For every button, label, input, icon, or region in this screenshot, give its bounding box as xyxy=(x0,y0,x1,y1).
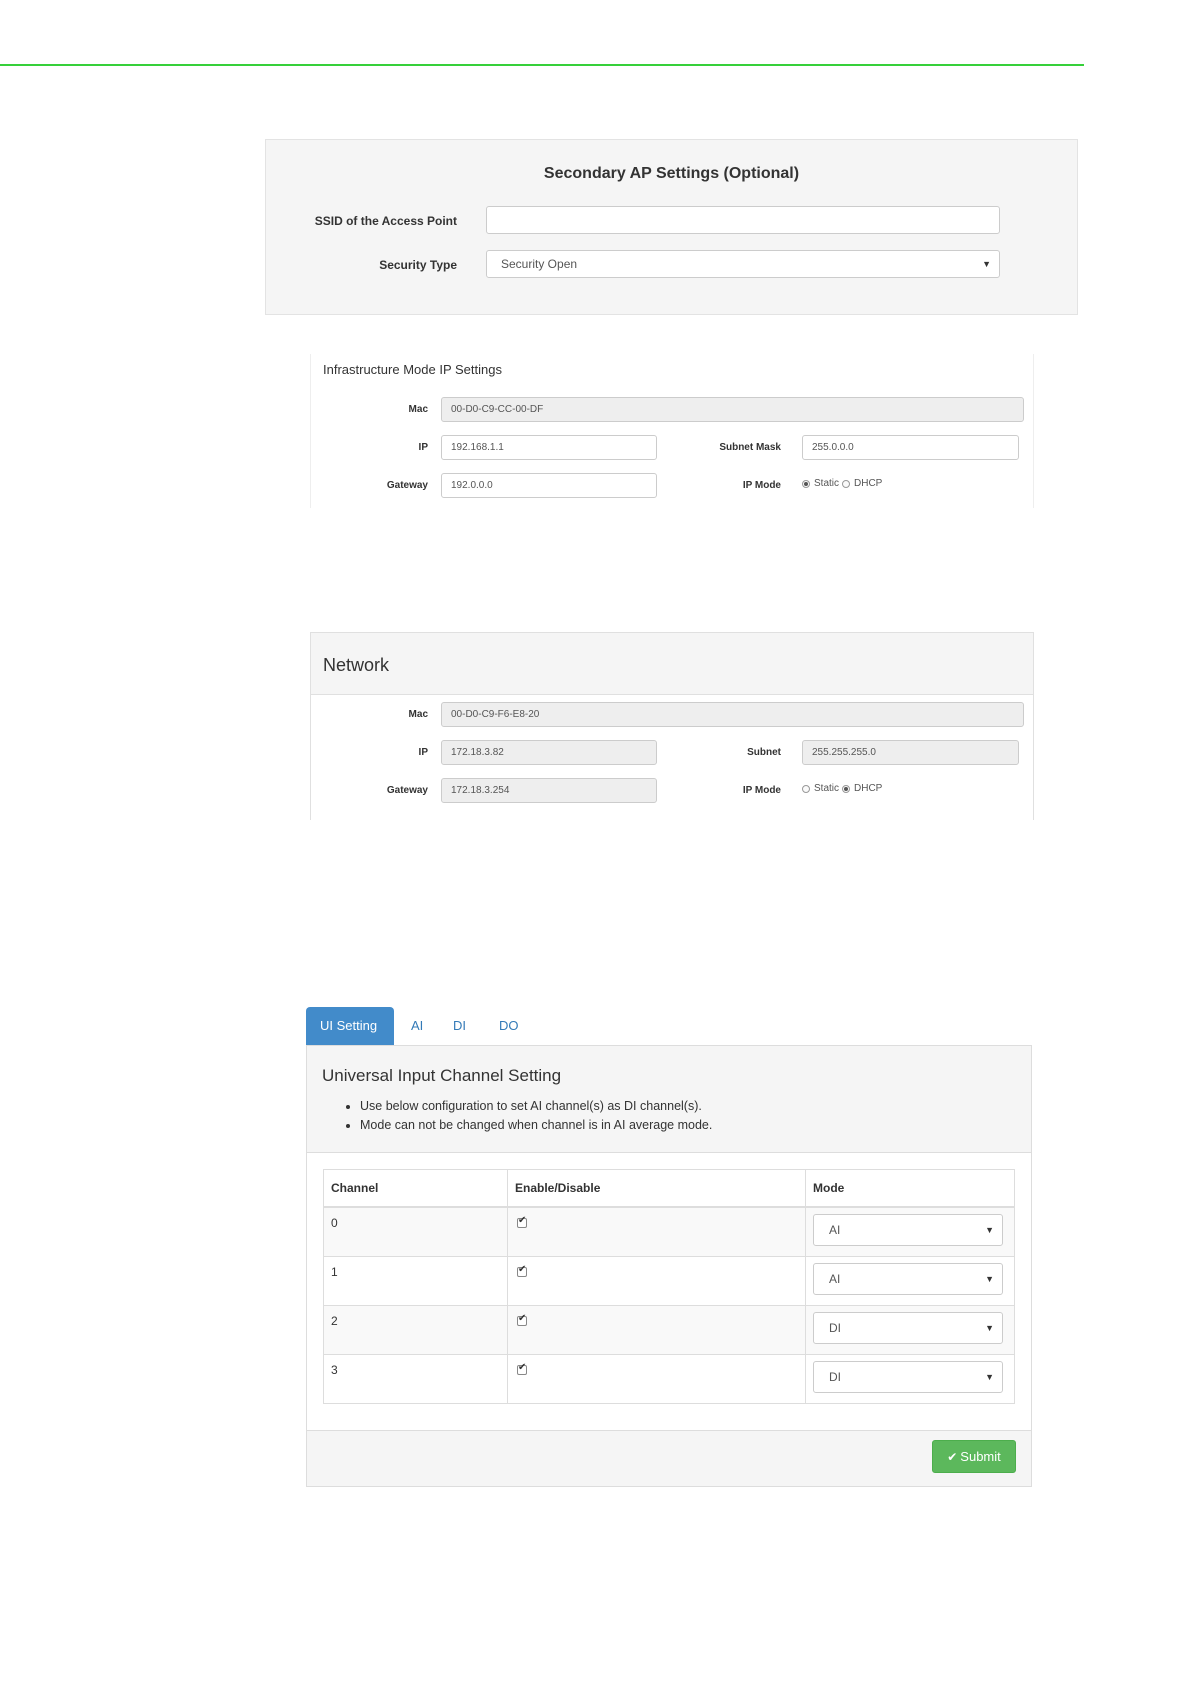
table-row: 2 DI ▼ xyxy=(323,1304,1015,1355)
channel-cell: 2 xyxy=(323,1304,508,1355)
ip-field[interactable]: 192.168.1.1 xyxy=(441,435,657,460)
panel-title: Network xyxy=(323,655,390,675)
dhcp-radio[interactable] xyxy=(842,479,851,488)
column-header-channel: Channel xyxy=(323,1169,508,1208)
enable-checkbox[interactable] xyxy=(517,1264,527,1277)
enable-checkbox[interactable] xyxy=(517,1362,527,1375)
security-type-value: Security Open xyxy=(501,257,578,271)
static-radio-label: Static xyxy=(814,783,840,794)
network-panel: Network Mac 00-D0-C9-F6-E8-20 IP 172.18.… xyxy=(310,632,1034,820)
ip-mode-label: IP Mode xyxy=(742,785,781,796)
enable-checkbox[interactable] xyxy=(517,1313,527,1326)
mac-label: Mac xyxy=(408,709,428,720)
ssid-label: SSID of the Access Point xyxy=(314,214,457,228)
ip-mode-label: IP Mode xyxy=(742,480,781,491)
caret-down-icon: ▼ xyxy=(985,1273,994,1284)
subnet-label: Subnet xyxy=(747,747,781,758)
tab-do[interactable]: DO xyxy=(499,1007,519,1045)
ip-mode-radio-group: Static DHCP xyxy=(802,783,882,794)
mode-cell: AI ▼ xyxy=(805,1206,1015,1257)
static-radio[interactable] xyxy=(802,479,810,488)
caret-down-icon: ▼ xyxy=(985,1322,994,1333)
mode-select[interactable]: AI ▼ xyxy=(813,1214,1003,1246)
panel-heading: Universal Input Channel Setting Use belo… xyxy=(307,1046,1031,1153)
check-icon: ✔ xyxy=(947,1450,958,1464)
enable-cell xyxy=(507,1304,806,1355)
tab-di[interactable]: DI xyxy=(453,1007,466,1045)
subnet-field[interactable]: 255.255.255.0 xyxy=(802,740,1019,765)
instructions-list: Use below configuration to set AI channe… xyxy=(343,1097,712,1135)
channel-cell: 0 xyxy=(323,1206,508,1257)
static-radio-label: Static xyxy=(814,478,840,489)
caret-down-icon: ▼ xyxy=(985,1371,994,1382)
channel-cell: 1 xyxy=(323,1255,508,1306)
tab-ai[interactable]: AI xyxy=(411,1007,423,1045)
dhcp-radio-label: DHCP xyxy=(854,478,883,489)
enable-cell xyxy=(507,1255,806,1306)
ip-field[interactable]: 172.18.3.82 xyxy=(441,740,657,765)
column-header-mode: Mode xyxy=(805,1169,1015,1208)
table-row: 1 AI ▼ xyxy=(323,1255,1015,1306)
ui-setting-panel: Universal Input Channel Setting Use belo… xyxy=(306,1045,1032,1487)
panel-title: Universal Input Channel Setting xyxy=(322,1066,562,1085)
panel-footer: ✔ Submit xyxy=(307,1430,1031,1486)
security-type-label: Security Type xyxy=(379,258,457,272)
mac-field[interactable]: 00-D0-C9-F6-E8-20 xyxy=(441,702,1024,727)
panel-heading: Network xyxy=(311,633,1033,695)
subnet-mask-label: Subnet Mask xyxy=(719,442,781,453)
column-header-enable: Enable/Disable xyxy=(507,1169,806,1208)
instruction-item: Mode can not be changed when channel is … xyxy=(360,1116,712,1135)
ip-mode-radio-group: Static DHCP xyxy=(802,478,882,489)
table-header-row: Channel Enable/Disable Mode xyxy=(323,1169,1015,1208)
channel-table: Channel Enable/Disable Mode 0 AI▼ 1 AI▼ … xyxy=(323,1169,1015,1404)
enable-cell xyxy=(507,1353,806,1404)
ip-label: IP xyxy=(418,442,428,453)
table-row: 3 DI ▼ xyxy=(323,1353,1015,1404)
gateway-field[interactable]: 172.18.3.254 xyxy=(441,778,657,803)
dhcp-radio[interactable] xyxy=(842,784,851,793)
submit-button[interactable]: ✔ Submit xyxy=(932,1440,1016,1473)
channel-cell: 3 xyxy=(323,1353,508,1404)
gateway-label: Gateway xyxy=(386,785,428,796)
static-radio[interactable] xyxy=(802,784,810,793)
mac-field[interactable]: 00-D0-C9-CC-00-DF xyxy=(441,397,1024,422)
secondary-ap-panel: Secondary AP Settings (Optional) SSID of… xyxy=(265,139,1078,315)
mode-value: DI xyxy=(829,1369,841,1384)
mode-cell: DI ▼ xyxy=(805,1353,1015,1404)
instruction-item: Use below configuration to set AI channe… xyxy=(360,1097,712,1116)
caret-down-icon: ▼ xyxy=(982,259,991,269)
submit-label: Submit xyxy=(960,1449,1001,1464)
mode-select[interactable]: DI ▼ xyxy=(813,1311,1003,1344)
mode-select[interactable]: DI ▼ xyxy=(813,1360,1003,1393)
security-type-select[interactable]: Security Open ▼ xyxy=(486,250,1000,278)
enable-checkbox[interactable] xyxy=(517,1215,527,1228)
mac-label: Mac xyxy=(408,404,428,415)
tab-ui-setting[interactable]: UI Setting xyxy=(306,1007,394,1045)
mode-select[interactable]: AI ▼ xyxy=(813,1262,1003,1295)
mode-value: AI xyxy=(829,1223,841,1237)
mode-cell: DI ▼ xyxy=(805,1304,1015,1355)
panel-title: Infrastructure Mode IP Settings xyxy=(323,362,502,377)
caret-down-icon: ▼ xyxy=(985,1225,994,1235)
table-row: 0 AI ▼ xyxy=(323,1206,1015,1257)
subnet-mask-field[interactable]: 255.0.0.0 xyxy=(802,435,1019,460)
ip-label: IP xyxy=(418,747,428,758)
enable-cell xyxy=(507,1206,806,1257)
mode-value: AI xyxy=(829,1271,841,1286)
panel-title: Secondary AP Settings (Optional) xyxy=(543,165,800,182)
ssid-input[interactable] xyxy=(486,206,1000,234)
mode-value: DI xyxy=(829,1320,841,1335)
gateway-field[interactable]: 192.0.0.0 xyxy=(441,473,657,498)
mode-cell: AI ▼ xyxy=(805,1255,1015,1306)
dhcp-radio-label: DHCP xyxy=(854,783,883,794)
gateway-label: Gateway xyxy=(386,480,428,491)
header-rule xyxy=(0,64,1084,66)
infrastructure-panel: Infrastructure Mode IP Settings Mac 00-D… xyxy=(310,354,1034,508)
